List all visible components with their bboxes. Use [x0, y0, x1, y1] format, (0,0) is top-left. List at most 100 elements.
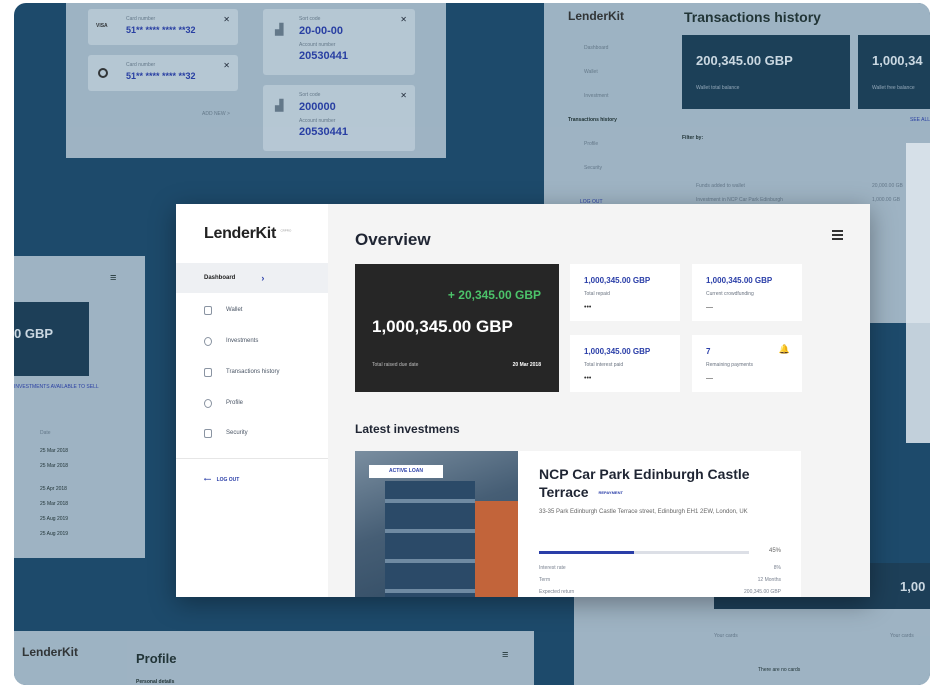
stat-placeholder: •••	[584, 304, 592, 311]
bg-your-cards: Your cards	[714, 633, 738, 639]
sidebar-item-dashboard[interactable]: Dashboard ›	[176, 263, 328, 293]
stat-placeholder: —	[706, 304, 713, 311]
bg-date: 25 Aug 2019	[40, 531, 69, 537]
bg-balance-value: 200,345.00 GBP	[696, 53, 793, 68]
sort-code-value: 200000	[299, 101, 336, 113]
bg-row-label: Investment in NCP Car Park Edinburgh	[696, 197, 783, 203]
meta-key: Term	[539, 577, 551, 583]
card-number-value: 51** **** **** **32	[126, 25, 196, 35]
bg-balance-label: Wallet free balance	[872, 85, 915, 91]
stat-card-current-crowdfunding: 1,000,345.00 GBP Current crowdfunding —	[692, 264, 802, 321]
bg-card-item: Card number 51** **** **** **32 ✕	[88, 55, 238, 91]
close-icon[interactable]: ✕	[400, 15, 407, 24]
stat-label: Remaining payments	[706, 362, 753, 368]
bg-balance-label: Wallet total balance	[696, 85, 740, 91]
visa-label: VISA	[96, 23, 108, 29]
meta-value: 12 Months	[757, 577, 781, 583]
sidebar-item-investments[interactable]: Investments	[176, 326, 328, 356]
bg-nav-item[interactable]: Wallet	[584, 69, 598, 75]
bg-date: 25 Mar 2018	[40, 501, 69, 507]
investment-image: ACTIVE LOAN	[355, 451, 518, 597]
bg-row-amount: 20,000.00 GB	[872, 183, 903, 189]
bank-icon: ▟	[275, 100, 284, 112]
funding-progress-fill	[539, 551, 634, 554]
sidebar-item-profile[interactable]: Profile	[176, 388, 328, 418]
sidebar-item-transactions[interactable]: Transactions history	[176, 357, 328, 387]
bg-nav-item[interactable]: Profile	[584, 141, 598, 147]
repayment-tag: REPAYMENT	[598, 490, 623, 496]
stat-card-remaining-payments: 7 Remaining payments — 🔔	[692, 335, 802, 392]
bg-nav-item[interactable]: Transactions history	[568, 117, 617, 123]
transactions-icon	[204, 367, 212, 377]
bg-card-item: VISA Card number 51** **** **** **32 ✕	[88, 9, 238, 45]
bg-amount-value: 1,00	[900, 579, 926, 594]
bg-date: 25 Mar 2018	[40, 463, 69, 469]
bg-bank-item: ▟ Sort code 20-00-00 Account number 2053…	[263, 9, 415, 75]
investment-name[interactable]: NCP Car Park Edinburgh Castle Terrace RE…	[539, 465, 779, 502]
bg-bank-item: ▟ Sort code 200000 Account number 205304…	[263, 85, 415, 151]
total-raised-card: + 20,345.00 GBP 1,000,345.00 GBP Total r…	[355, 264, 559, 392]
stat-value: 1,000,345.00 GBP	[584, 276, 651, 285]
bg-balance-card: 1,000,34 Wallet free balance	[858, 35, 930, 109]
meta-key: Expected return	[539, 589, 575, 595]
stat-placeholder: —	[706, 375, 713, 382]
menu-icon[interactable]: ≡	[502, 649, 508, 661]
logout-link[interactable]: ⟵ LOG OUT	[204, 477, 239, 483]
stat-card-total-interest: 1,000,345.00 GBP Total interest paid •••	[570, 335, 680, 392]
mastercard-icon	[98, 68, 108, 78]
meta-value: 200,345.00 GBP	[744, 589, 781, 595]
active-loan-badge: ACTIVE LOAN	[369, 465, 443, 478]
meta-key: Interest rate	[539, 565, 566, 571]
account-number-value: 20530441	[299, 126, 348, 138]
bg-nav-item[interactable]: Dashboard	[584, 45, 608, 51]
app-window: LenderKit CRPRO Dashboard › Wallet Inves…	[176, 204, 870, 597]
sort-code-label: Sort code	[299, 92, 321, 98]
chevron-right-icon: ›	[261, 273, 265, 283]
bg-row-amount: 1,000.00 GB	[872, 197, 901, 203]
stat-label: Total interest paid	[584, 362, 624, 368]
logo[interactable]: LenderKit CRPRO	[204, 225, 291, 243]
bg-available-link[interactable]: INVESTMENTS AVAILABLE TO SELL	[14, 384, 99, 390]
menu-icon[interactable]: ≡	[110, 272, 116, 284]
sort-code-label: Sort code	[299, 16, 321, 22]
bg-nav-item[interactable]: Security	[584, 165, 602, 171]
sidebar: LenderKit CRPRO Dashboard › Wallet Inves…	[176, 204, 328, 597]
stat-value: 1,000,345.00 GBP	[706, 276, 773, 285]
bg-date: 25 Apr 2018	[40, 486, 67, 492]
latest-investments-title: Latest investmens	[355, 422, 460, 436]
stat-label: Current crowdfunding	[706, 291, 754, 297]
bg-personal-details: Personal details	[136, 679, 175, 685]
close-icon[interactable]: ✕	[223, 15, 230, 24]
profile-icon	[204, 398, 212, 408]
bg-your-cards: Your cards	[890, 633, 914, 639]
logout-label: LOG OUT	[216, 477, 240, 483]
bg-date: 25 Aug 2019	[40, 516, 69, 522]
close-icon[interactable]: ✕	[223, 61, 230, 70]
investment-name-text: NCP Car Park Edinburgh Castle Terrace	[539, 466, 750, 500]
stat-value: 1,000,345.00 GBP	[584, 347, 651, 356]
sidebar-item-label: Dashboard	[204, 275, 236, 281]
bell-icon[interactable]: 🔔	[779, 344, 790, 355]
gain-value: + 20,345.00 GBP	[447, 288, 541, 302]
brand-tag: CRPRO	[280, 228, 292, 233]
sidebar-item-wallet[interactable]: Wallet	[176, 295, 328, 325]
add-new-button[interactable]: ADD NEW >	[202, 111, 230, 117]
page-title: Overview	[355, 230, 431, 249]
total-value: 1,000,345.00 GBP	[372, 317, 513, 336]
bg-date: 25 Mar 2018	[40, 448, 69, 454]
sidebar-item-security[interactable]: Security	[176, 418, 328, 448]
screenshot-collage: VISA Card number 51** **** **** **32 ✕ C…	[14, 3, 930, 685]
hamburger-menu-icon[interactable]	[832, 230, 843, 240]
stat-label: Total repaid	[584, 291, 610, 297]
bg-right-sliver	[906, 143, 930, 443]
close-icon[interactable]: ✕	[400, 91, 407, 100]
bg-row-label: Funds added to wallet	[696, 183, 745, 189]
account-number-label: Account number	[299, 118, 336, 124]
account-number-label: Account number	[299, 42, 336, 48]
bg-cards-panel: VISA Card number 51** **** **** **32 ✕ C…	[66, 3, 446, 158]
investment-card[interactable]: ACTIVE LOAN NCP Car Park Edinburgh Castl…	[355, 451, 801, 597]
bg-nav-item[interactable]: Investment	[584, 93, 608, 99]
account-number-value: 20530441	[299, 50, 348, 62]
see-all-link[interactable]: SEE ALL	[910, 117, 930, 123]
bg-date-header: Date	[40, 430, 51, 436]
